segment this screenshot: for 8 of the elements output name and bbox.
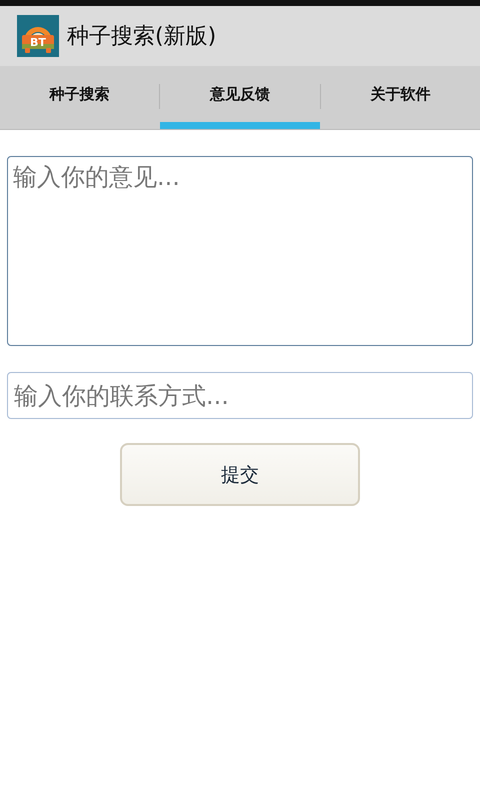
- tab[interactable]: 关于软件: [320, 66, 480, 129]
- contact-field[interactable]: 输入你的联系方式...: [7, 372, 473, 419]
- feedback-field[interactable]: 输入你的意见...: [7, 156, 473, 346]
- tab[interactable]: 意见反馈: [160, 66, 320, 129]
- app-title: 种子搜索(新版): [67, 23, 216, 51]
- submit-button[interactable]: 提交: [120, 443, 360, 506]
- app-logo-icon: BT: [17, 15, 59, 57]
- tab[interactable]: 种子搜索: [0, 66, 160, 129]
